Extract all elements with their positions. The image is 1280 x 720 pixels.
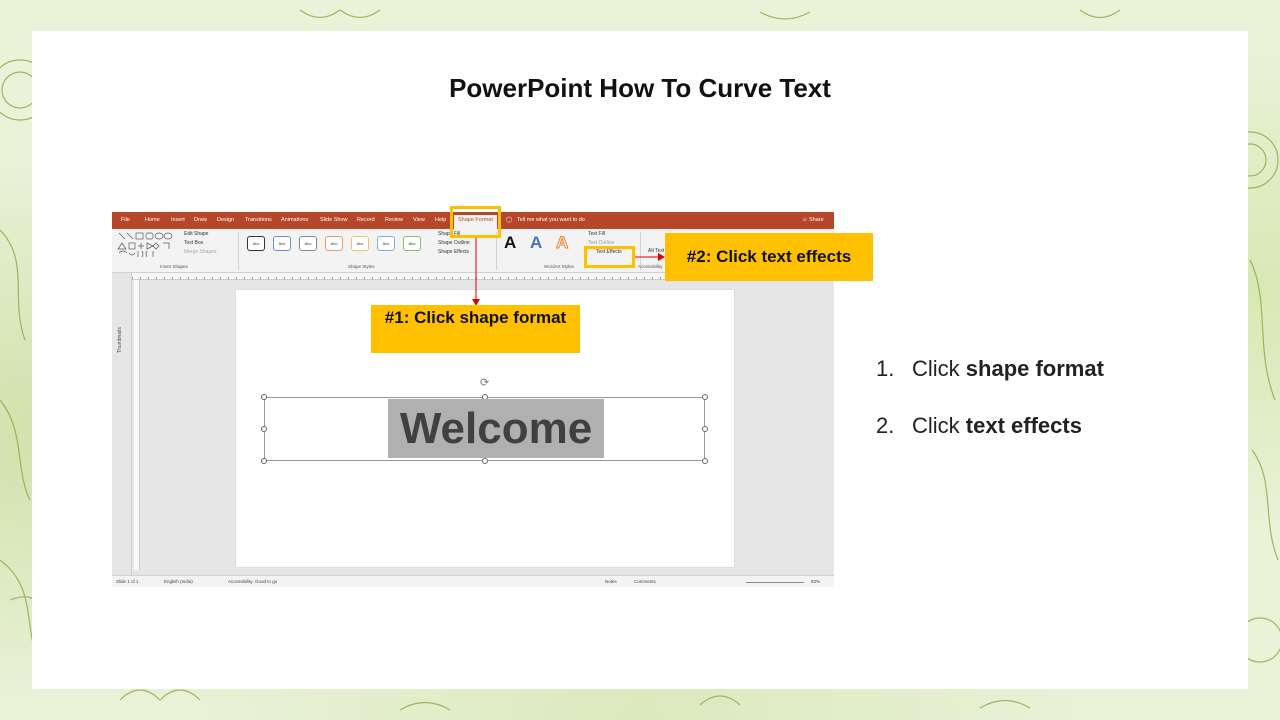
list-item: 1. Click shape format: [876, 356, 1104, 413]
callout-text-effects: #2: Click text effects: [665, 233, 873, 281]
instruction-list: 1. Click shape format 2. Click text effe…: [876, 356, 1104, 470]
step-prefix: Click: [912, 413, 966, 438]
step-bold: text effects: [965, 413, 1082, 438]
step-prefix: Click: [912, 356, 966, 381]
list-item: 2. Click text effects: [876, 413, 1104, 470]
list-number: 1.: [876, 356, 895, 381]
step-bold: shape format: [965, 356, 1104, 381]
callout-shape-format: #1: Click shape format: [371, 305, 580, 353]
step-text: Click text effects: [912, 413, 1082, 470]
list-number: 2.: [876, 413, 895, 438]
slide: PowerPoint How To Curve Text File Home I…: [32, 31, 1248, 689]
step-text: Click shape format: [912, 356, 1104, 413]
